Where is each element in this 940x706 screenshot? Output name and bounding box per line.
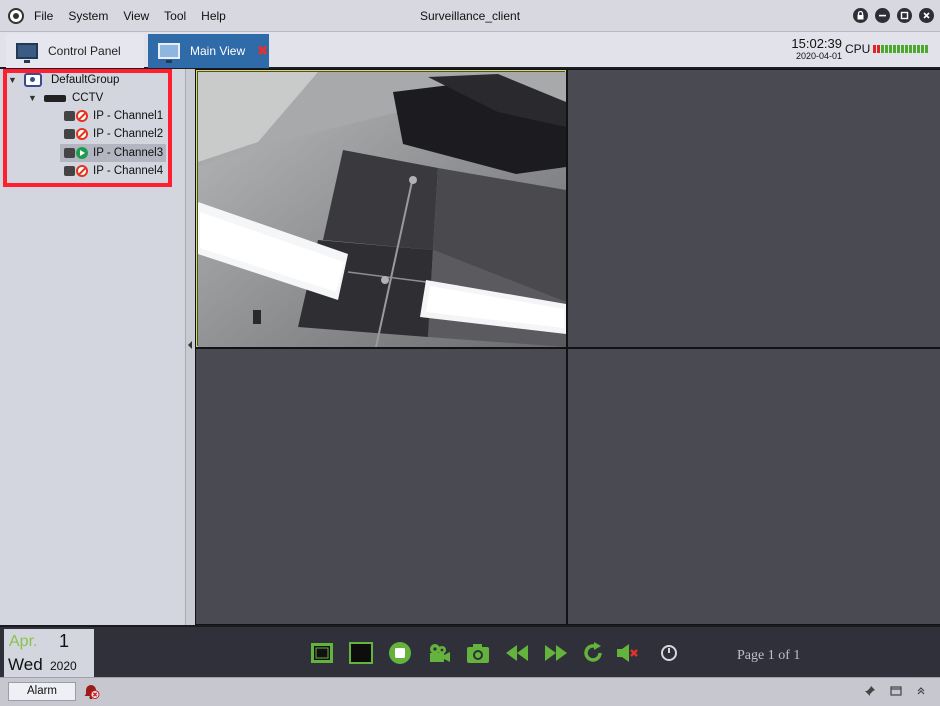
cpu-meter-segment [881,45,884,53]
monitor-icon [16,43,38,63]
window-icon[interactable] [890,685,902,700]
timer-icon[interactable] [657,641,681,665]
camera-icon [64,111,75,121]
cpu-meter-segment [889,45,892,53]
tab-control-panel-label: Control Panel [48,44,121,58]
date-year: 2020 [50,659,77,673]
mute-icon[interactable] [616,641,640,665]
tree-group-label: DefaultGroup [51,74,120,86]
record-icon[interactable] [427,641,451,665]
date-day: 1 [59,631,70,651]
date-weekday: Wed [8,655,43,674]
stop-icon[interactable] [388,641,412,665]
clock: 15:02:39 2020-04-01 [786,36,842,61]
menu-file[interactable]: File [34,9,53,23]
camera-feed-image [198,72,566,347]
refresh-icon[interactable] [581,641,605,665]
date-display: Apr. 1 Wed 2020 [4,629,94,677]
cpu-meter-segment [925,45,928,53]
playing-status-icon [76,147,88,159]
cpu-meter-segment [913,45,916,53]
cpu-meter-segment [901,45,904,53]
tab-control-panel[interactable]: Control Panel [6,34,144,68]
video-cell-4[interactable] [568,349,940,624]
alarm-button[interactable]: Alarm [8,682,76,701]
device-tree-panel: ▼ DefaultGroup ▼ CCTV IP - Channel1 IP -… [0,69,186,625]
cpu-meter-segment [873,45,876,53]
tree-channel-label: IP - Channel1 [93,110,164,122]
fullscreen-icon[interactable] [310,641,334,665]
pagination-text: Page 1 of 1 [737,648,801,663]
camera-icon [64,148,75,158]
close-icon[interactable] [919,8,934,23]
menu-bar: File System View Tool Help [34,9,241,23]
tree-device-label: CCTV [72,92,104,104]
cpu-meter-segment [893,45,896,53]
tree-device-cctv[interactable]: ▼ CCTV [28,89,103,107]
title-bar: File System View Tool Help Surveillance_… [0,0,940,32]
offline-status-icon [76,110,88,122]
cpu-meter-segment [885,45,888,53]
tree-group-default[interactable]: ▼ DefaultGroup [8,71,119,89]
chevron-down-icon[interactable]: ▼ [8,75,18,85]
panel-splitter[interactable] [186,69,195,625]
camera-feed [198,72,566,347]
pin-icon[interactable] [864,685,876,700]
tab-close-icon[interactable]: ✖ [257,43,268,59]
tree-channel-label: IP - Channel3 [93,147,164,159]
group-icon [24,73,42,87]
status-bar: Alarm [0,677,940,706]
cpu-meter-segment [877,45,880,53]
collapse-arrow-icon[interactable] [188,341,192,349]
tree-channel-3[interactable]: IP - Channel3 [60,144,167,162]
clock-date: 2020-04-01 [795,51,842,61]
video-cell-3[interactable] [196,349,566,624]
clock-time: 15:02:39 [791,36,842,51]
tree-channel-4[interactable]: IP - Channel4 [64,162,163,180]
snapshot-icon[interactable] [466,641,490,665]
tree-channel-label: IP - Channel4 [93,165,164,177]
expand-up-icon[interactable] [915,685,927,700]
dvr-device-icon [44,94,66,102]
cpu-meter-segment [921,45,924,53]
cpu-label: CPU [845,42,871,56]
cpu-meter [873,45,928,53]
date-month: Apr. [9,633,38,650]
cpu-meter-segment [905,45,908,53]
single-view-icon[interactable] [349,641,373,665]
menu-system[interactable]: System [68,9,108,23]
minimize-icon[interactable] [875,8,890,23]
lock-icon[interactable] [853,8,868,23]
offline-status-icon [76,128,88,140]
maximize-icon[interactable] [897,8,912,23]
fast-forward-icon[interactable] [544,641,568,665]
camera-icon [64,129,75,139]
cpu-meter-segment [897,45,900,53]
window-controls [853,8,934,23]
tab-main-view-label: Main View [190,44,246,58]
video-grid [195,69,940,625]
offline-status-icon [76,165,88,177]
menu-tool[interactable]: Tool [164,9,186,23]
camera-icon [64,166,75,176]
playback-control-bar: Apr. 1 Wed 2020 Page 1 of 1 [0,625,940,677]
rewind-icon[interactable] [505,641,529,665]
tree-channel-2[interactable]: IP - Channel2 [64,125,163,143]
alarm-bell-icon[interactable] [82,682,100,700]
chevron-down-icon[interactable]: ▼ [28,93,38,103]
cpu-meter-segment [909,45,912,53]
tab-main-view[interactable]: Main View ✖ [148,34,269,68]
tree-channel-label: IP - Channel2 [93,128,164,140]
video-cell-1[interactable] [196,70,566,347]
cpu-meter-segment [917,45,920,53]
video-cell-2[interactable] [568,70,940,347]
menu-help[interactable]: Help [201,9,226,23]
surveillance-client-window: File System View Tool Help Surveillance_… [0,0,940,706]
tree-channel-1[interactable]: IP - Channel1 [64,107,163,125]
app-logo-icon [8,8,24,24]
menu-view[interactable]: View [123,9,149,23]
tab-bar: Control Panel Main View ✖ 15:02:39 2020-… [0,32,940,69]
monitor-icon [158,43,180,63]
